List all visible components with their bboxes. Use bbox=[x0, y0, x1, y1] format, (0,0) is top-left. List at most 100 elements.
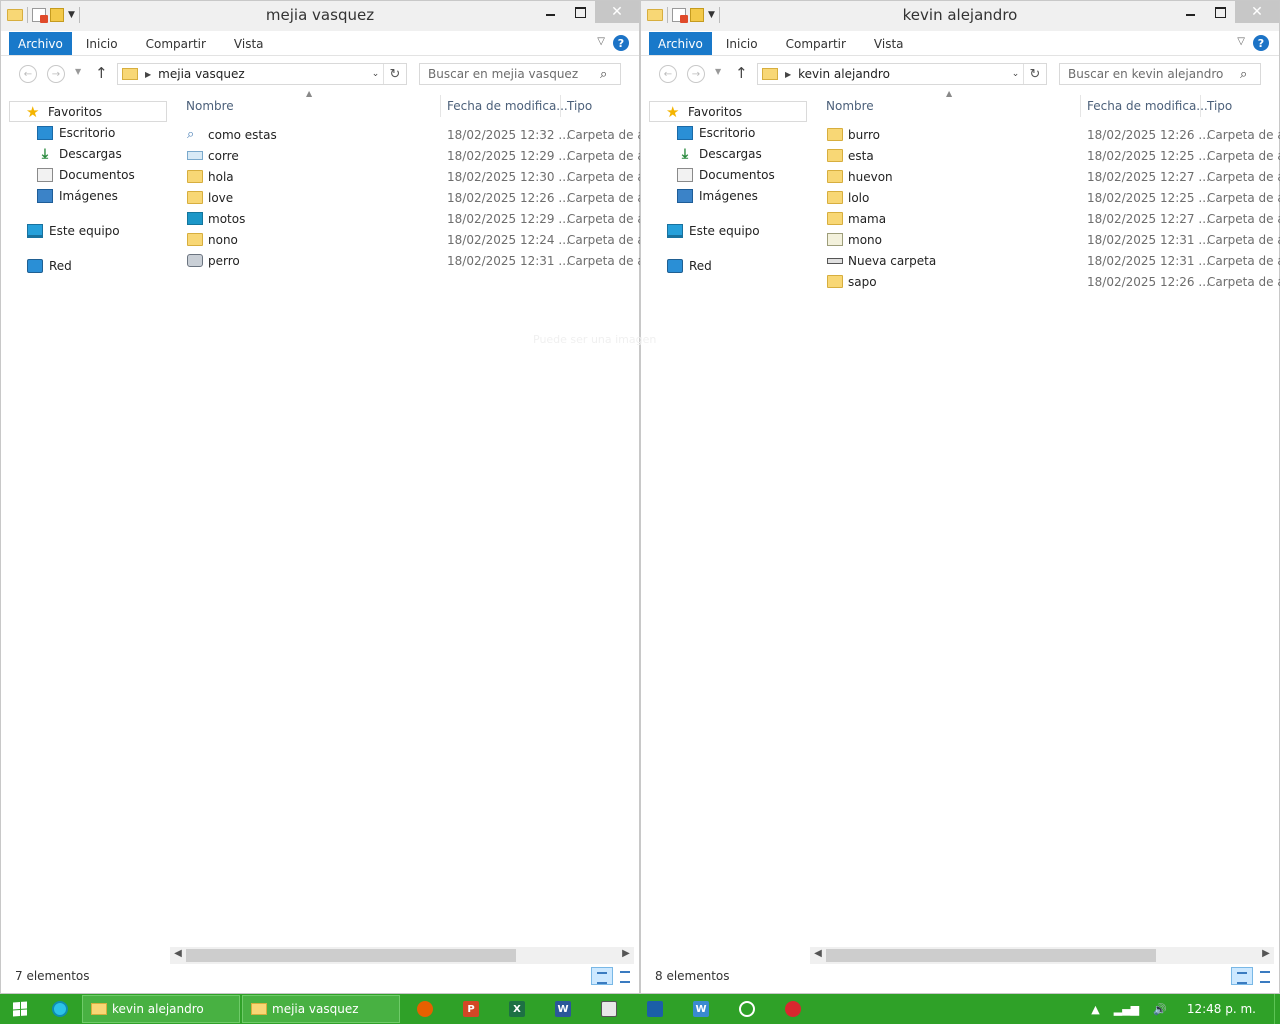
column-header-tipo[interactable]: Tipo bbox=[567, 95, 592, 117]
nav-item-documentos[interactable]: Documentos bbox=[9, 164, 167, 185]
expand-ribbon-icon[interactable]: ▽ bbox=[1237, 36, 1245, 47]
file-row[interactable]: love 18/02/2025 12:26 ... Carpeta de a bbox=[181, 187, 645, 208]
close-button[interactable]: ✕ bbox=[595, 1, 639, 23]
title-bar[interactable]: ▼ mejia vasquez ✕ bbox=[1, 1, 639, 31]
signal-icon[interactable]: ▂▄▆ bbox=[1114, 1003, 1139, 1016]
start-button[interactable] bbox=[0, 994, 40, 1024]
taskbar-app-calendar[interactable] bbox=[632, 994, 678, 1024]
nav-item-red[interactable]: Red bbox=[9, 255, 167, 276]
taskbar-window-kevin-alejandro[interactable]: kevin alejandro bbox=[82, 995, 240, 1023]
column-header-tipo[interactable]: Tipo bbox=[1207, 95, 1232, 117]
back-button[interactable]: ← bbox=[659, 65, 677, 83]
large-icons-view-icon[interactable] bbox=[1255, 967, 1277, 985]
chevron-right-icon[interactable]: ▶ bbox=[785, 70, 791, 79]
breadcrumb[interactable]: kevin alejandro bbox=[798, 67, 1008, 81]
tab-archivo[interactable]: Archivo bbox=[649, 32, 712, 55]
file-row[interactable]: lolo 18/02/2025 12:25 ... Carpeta de a bbox=[821, 187, 1280, 208]
scroll-right-icon[interactable]: ▶ bbox=[619, 948, 633, 959]
file-row[interactable]: perro 18/02/2025 12:31 ... Carpeta de a bbox=[181, 250, 645, 271]
help-icon[interactable]: ? bbox=[613, 35, 629, 51]
file-row[interactable]: Nueva carpeta 18/02/2025 12:31 ... Carpe… bbox=[821, 250, 1280, 271]
file-row[interactable]: corre 18/02/2025 12:29 ... Carpeta de a bbox=[181, 145, 645, 166]
nav-item-descargas[interactable]: ⤓ Descargas bbox=[9, 143, 167, 164]
nav-item-red[interactable]: Red bbox=[649, 255, 807, 276]
nav-item-imagenes[interactable]: Imágenes bbox=[649, 185, 807, 206]
forward-button[interactable]: → bbox=[687, 65, 705, 83]
file-row[interactable]: esta 18/02/2025 12:25 ... Carpeta de a bbox=[821, 145, 1280, 166]
address-bar[interactable]: ▶ kevin alejandro ⌄ ↻ bbox=[757, 63, 1047, 85]
nav-item-favoritos[interactable]: ★ Favoritos bbox=[649, 101, 807, 122]
refresh-icon[interactable]: ↻ bbox=[1024, 67, 1046, 82]
forward-button[interactable]: → bbox=[47, 65, 65, 83]
tab-archivo[interactable]: Archivo bbox=[9, 32, 72, 55]
column-divider[interactable] bbox=[560, 95, 561, 117]
file-row[interactable]: nono 18/02/2025 12:24 ... Carpeta de a bbox=[181, 229, 645, 250]
taskbar-app-excel[interactable]: X bbox=[494, 994, 540, 1024]
search-icon[interactable]: ⌕ bbox=[600, 67, 620, 82]
column-header-fecha[interactable]: Fecha de modifica... bbox=[1087, 95, 1208, 117]
file-row[interactable]: mono 18/02/2025 12:31 ... Carpeta de a bbox=[821, 229, 1280, 250]
column-divider[interactable] bbox=[440, 95, 441, 117]
address-bar[interactable]: ▶ mejia vasquez ⌄ ↻ bbox=[117, 63, 407, 85]
scroll-left-icon[interactable]: ◀ bbox=[171, 948, 185, 959]
explorer-window-mejia-vasquez[interactable]: ▼ mejia vasquez ✕ Archivo Inicio Compart… bbox=[0, 0, 645, 994]
file-row[interactable]: mama 18/02/2025 12:27 ... Carpeta de a bbox=[821, 208, 1280, 229]
horizontal-scrollbar[interactable]: ◀ ▶ bbox=[170, 947, 634, 964]
column-header-nombre[interactable]: Nombre bbox=[826, 95, 874, 117]
refresh-icon[interactable]: ↻ bbox=[384, 67, 406, 82]
minimize-button[interactable] bbox=[535, 1, 565, 23]
nav-item-escritorio[interactable]: Escritorio bbox=[649, 122, 807, 143]
recent-locations-icon[interactable]: ▼ bbox=[75, 67, 81, 76]
horizontal-scrollbar[interactable]: ◀ ▶ bbox=[810, 947, 1274, 964]
scrollbar-thumb[interactable] bbox=[826, 949, 1156, 962]
search-input[interactable]: Buscar en mejia vasquez ⌕ bbox=[419, 63, 621, 85]
details-view-icon[interactable] bbox=[1231, 967, 1253, 985]
large-icons-view-icon[interactable] bbox=[615, 967, 637, 985]
scroll-right-icon[interactable]: ▶ bbox=[1259, 948, 1273, 959]
column-header-nombre[interactable]: Nombre bbox=[186, 95, 234, 117]
nav-item-imagenes[interactable]: Imágenes bbox=[9, 185, 167, 206]
tab-inicio[interactable]: Inicio bbox=[712, 32, 772, 55]
up-button[interactable]: ↑ bbox=[735, 64, 748, 82]
recent-locations-icon[interactable]: ▼ bbox=[715, 67, 721, 76]
column-header-fecha[interactable]: Fecha de modifica... bbox=[447, 95, 568, 117]
file-row[interactable]: ⌕ como estas 18/02/2025 12:32 ... Carpet… bbox=[181, 124, 645, 145]
clock[interactable]: 12:48 p. m. bbox=[1187, 1002, 1256, 1016]
expand-ribbon-icon[interactable]: ▽ bbox=[597, 36, 605, 47]
taskbar-app-writer[interactable]: W bbox=[678, 994, 724, 1024]
taskbar-window-mejia-vasquez[interactable]: mejia vasquez bbox=[242, 995, 400, 1023]
tab-vista[interactable]: Vista bbox=[220, 32, 278, 55]
show-hidden-icons-icon[interactable]: ▲ bbox=[1091, 1003, 1099, 1016]
nav-item-este-equipo[interactable]: Este equipo bbox=[9, 220, 167, 241]
file-row[interactable]: hola 18/02/2025 12:30 ... Carpeta de a bbox=[181, 166, 645, 187]
tab-inicio[interactable]: Inicio bbox=[72, 32, 132, 55]
explorer-window-kevin-alejandro[interactable]: ▼ kevin alejandro ✕ Archivo Inicio Compa… bbox=[640, 0, 1280, 994]
scroll-left-icon[interactable]: ◀ bbox=[811, 948, 825, 959]
nav-item-escritorio[interactable]: Escritorio bbox=[9, 122, 167, 143]
volume-icon[interactable]: 🔊 bbox=[1153, 1003, 1167, 1016]
search-input[interactable]: Buscar en kevin alejandro ⌕ bbox=[1059, 63, 1261, 85]
file-row[interactable]: sapo 18/02/2025 12:26 ... Carpeta de a bbox=[821, 271, 1280, 292]
show-desktop-button[interactable] bbox=[1274, 994, 1280, 1024]
file-row[interactable]: huevon 18/02/2025 12:27 ... Carpeta de a bbox=[821, 166, 1280, 187]
file-row[interactable]: burro 18/02/2025 12:26 ... Carpeta de a bbox=[821, 124, 1280, 145]
title-bar[interactable]: ▼ kevin alejandro ✕ bbox=[641, 1, 1279, 31]
tab-compartir[interactable]: Compartir bbox=[132, 32, 220, 55]
taskbar-app-other[interactable] bbox=[770, 994, 816, 1024]
maximize-button[interactable] bbox=[1205, 1, 1235, 23]
close-button[interactable]: ✕ bbox=[1235, 1, 1279, 23]
taskbar-app-word[interactable]: W bbox=[540, 994, 586, 1024]
taskbar-app-internet-explorer[interactable] bbox=[40, 994, 80, 1024]
nav-item-descargas[interactable]: ⤓ Descargas bbox=[649, 143, 807, 164]
taskbar-app-firefox[interactable] bbox=[402, 994, 448, 1024]
chevron-right-icon[interactable]: ▶ bbox=[145, 70, 151, 79]
file-row[interactable]: motos 18/02/2025 12:29 ... Carpeta de a bbox=[181, 208, 645, 229]
scrollbar-thumb[interactable] bbox=[186, 949, 516, 962]
nav-item-favoritos[interactable]: ★ Favoritos bbox=[9, 101, 167, 122]
column-divider[interactable] bbox=[1200, 95, 1201, 117]
taskbar-app-powerpoint[interactable]: P bbox=[448, 994, 494, 1024]
back-button[interactable]: ← bbox=[19, 65, 37, 83]
search-icon[interactable]: ⌕ bbox=[1240, 67, 1260, 82]
up-button[interactable]: ↑ bbox=[95, 64, 108, 82]
maximize-button[interactable] bbox=[565, 1, 595, 23]
